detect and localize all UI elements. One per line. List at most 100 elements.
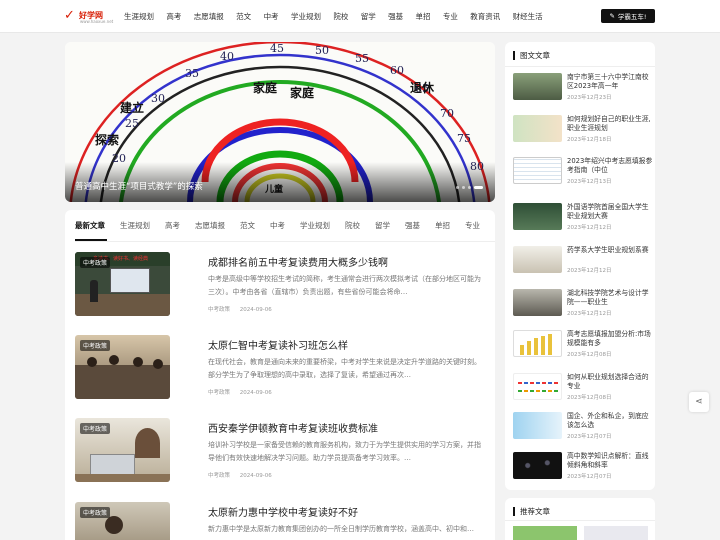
nav-item[interactable]: 单招 — [416, 11, 431, 22]
article-title[interactable]: 太原新力惠中学校中考复读好不好 — [208, 504, 358, 519]
share-button[interactable]: ⋖ — [689, 392, 709, 412]
sidebar-heading-label: 图文文章 — [520, 51, 550, 60]
nav-item[interactable]: 教育资讯 — [470, 11, 500, 22]
sidebar-thumbnail[interactable] — [513, 246, 562, 273]
heading-marker — [513, 51, 515, 60]
sidebar-article[interactable]: 如何从职业规划选择合适的专业 2023年12月08日 — [513, 373, 653, 403]
article-category[interactable]: 中考政策 — [208, 473, 230, 479]
article-item[interactable]: 多读书、读好书、读经典 中考政策 成都排名前五中考复读费用大概多少钱啊 中考是高… — [75, 252, 485, 316]
sidebar-article-title[interactable]: 高中数学知识点解析：直线倾斜角和斜率 — [567, 452, 655, 470]
nav-item[interactable]: 财经生活 — [513, 11, 543, 22]
banner-caption[interactable]: 普通高中生涯“项目式教学”的探索 — [75, 180, 203, 192]
tab-item[interactable]: 高考 — [165, 220, 180, 234]
banner-label: 家庭 — [290, 85, 314, 100]
tab-latest[interactable]: 最新文章 — [75, 220, 105, 234]
sidebar-article[interactable]: 湖北科技学院艺术与设计学院——职业生 2023年12月12日 — [513, 289, 653, 319]
banner-label: 75 — [457, 132, 471, 145]
logo-icon: ✓ — [64, 8, 75, 23]
main-nav: 生涯规划 高考 志愿填报 范文 中考 学业规划 院校 留学 强基 单招 专业 教… — [124, 0, 555, 33]
heading-marker — [513, 507, 515, 516]
sidebar-thumbnail[interactable] — [513, 452, 562, 479]
tab-item[interactable]: 强基 — [405, 220, 420, 234]
nav-item[interactable]: 生涯规划 — [124, 11, 154, 22]
article-thumbnail[interactable]: 中考政策 — [75, 418, 170, 482]
tab-item[interactable]: 留学 — [375, 220, 390, 234]
sidebar-thumbnail[interactable] — [513, 289, 562, 316]
article-item[interactable]: 中考政策 西安秦学伊顿教育中考复读班收费标准 培训补习学校是一家备受信赖的教育服… — [75, 418, 485, 482]
carousel-dot[interactable] — [468, 186, 471, 189]
sidebar-thumbnail[interactable] — [513, 330, 562, 357]
tab-item[interactable]: 志愿填报 — [195, 220, 225, 234]
sidebar-article[interactable]: 国企、外企和私企，到底应该怎么选 2023年12月07日 — [513, 412, 653, 442]
article-thumbnail[interactable]: 中考政策 — [75, 502, 170, 540]
hero-banner[interactable]: 20 25 30 35 40 45 50 55 60 65 70 75 80 家… — [65, 42, 495, 202]
carousel-dot[interactable] — [456, 186, 459, 189]
sidebar-article-title[interactable]: 高考志愿填报加盟分析:市场规模能有多 — [567, 330, 655, 348]
article-title[interactable]: 成都排名前五中考复读费用大概多少钱啊 — [208, 254, 388, 269]
nav-item[interactable]: 高考 — [166, 11, 181, 22]
tab-item[interactable]: 中考 — [270, 220, 285, 234]
sidebar-article-title[interactable]: 如何规划好自己的职业生涯,职业生涯规划 — [567, 115, 655, 133]
tab-item[interactable]: 范文 — [240, 220, 255, 234]
carousel-dot[interactable] — [462, 186, 465, 189]
sidebar-article-title[interactable]: 湖北科技学院艺术与设计学院——职业生 — [567, 289, 655, 307]
sidebar-article-title[interactable]: 2023年绍兴中考志愿填报参考指南（中位 — [567, 157, 655, 175]
sidebar-thumbnail[interactable] — [513, 412, 562, 439]
article-item[interactable]: 中考政策 太原新力惠中学校中考复读好不好 新力惠中学是太原新力教育集团创办的一所… — [75, 502, 485, 540]
sidebar-article[interactable]: 高考志愿填报加盟分析:市场规模能有多 2023年12月08日 — [513, 330, 653, 360]
sidebar-article[interactable]: 如何规划好自己的职业生涯,职业生涯规划 2023年12月18日 — [513, 115, 653, 145]
sidebar-thumbnail[interactable] — [513, 157, 562, 184]
banner-label: 建立 — [119, 100, 144, 115]
nav-item[interactable]: 强基 — [388, 11, 403, 22]
sidebar-thumbnail[interactable] — [513, 73, 562, 100]
sidebar-article-title[interactable]: 药学系大学生职业规划系赛 — [567, 246, 655, 255]
tab-item[interactable]: 专业 — [465, 220, 480, 234]
carousel-dot-active[interactable] — [474, 186, 483, 189]
recommended-thumbnail[interactable] — [513, 526, 577, 540]
banner-label: 25 — [125, 117, 139, 130]
thumb-tag: 中考政策 — [80, 507, 111, 518]
tab-item[interactable]: 生涯规划 — [120, 220, 150, 234]
article-title[interactable]: 西安秦学伊顿教育中考复读班收费标准 — [208, 420, 378, 435]
sidebar-thumbnail[interactable] — [513, 373, 562, 400]
sidebar-article-date: 2023年12月13日 — [567, 179, 612, 185]
sidebar-article-title[interactable]: 外国语学院首届全国大学生职业规划大赛 — [567, 203, 655, 221]
sidebar-article[interactable]: 2023年绍兴中考志愿填报参考指南（中位 2023年12月13日 — [513, 157, 653, 187]
article-category[interactable]: 中考政策 — [208, 307, 230, 313]
nav-item[interactable]: 中考 — [264, 11, 279, 22]
logo-url: www.haoxue.net — [80, 19, 114, 24]
nav-item[interactable]: 范文 — [236, 11, 251, 22]
learn-button[interactable]: ✎ 学霸五车! — [601, 9, 655, 23]
nav-item[interactable]: 学业规划 — [291, 11, 321, 22]
sidebar-article-title[interactable]: 国企、外企和私企，到底应该怎么选 — [567, 412, 655, 430]
recommended-thumbnail[interactable] — [584, 526, 648, 540]
sidebar-article[interactable]: 药学系大学生职业规划系赛 2023年12月12日 — [513, 246, 653, 276]
sidebar-thumbnail[interactable] — [513, 115, 562, 142]
banner-label: 50 — [315, 44, 329, 57]
article-excerpt: 培训补习学校是一家备受信赖的教育服务机构，致力于为学生提供实用的学习方案，并指导… — [208, 441, 481, 462]
article-thumbnail[interactable]: 中考政策 — [75, 335, 170, 399]
category-tabs: 最新文章 生涯规划 高考 志愿填报 范文 中考 学业规划 院校 留学 强基 单招… — [75, 220, 495, 234]
article-thumbnail[interactable]: 多读书、读好书、读经典 中考政策 — [75, 252, 170, 316]
nav-item[interactable]: 院校 — [333, 11, 348, 22]
sidebar-article-title[interactable]: 如何从职业规划选择合适的专业 — [567, 373, 655, 391]
sidebar-article[interactable]: 外国语学院首届全国大学生职业规划大赛 2023年12月12日 — [513, 203, 653, 233]
sidebar-article-date: 2023年12月18日 — [567, 137, 612, 143]
tab-item[interactable]: 院校 — [345, 220, 360, 234]
site-logo[interactable]: ✓ 好学网 www.haoxue.net — [64, 7, 113, 25]
thumb-tag: 中考政策 — [80, 340, 111, 351]
article-category[interactable]: 中考政策 — [208, 390, 230, 396]
sidebar-article[interactable]: 南宁市第三十六中学江南校区2023年高一年 2023年12月23日 — [513, 73, 653, 103]
sidebar-article[interactable]: 高中数学知识点解析：直线倾斜角和斜率 2023年12月07日 — [513, 452, 653, 482]
article-meta: 中考政策 2024-09-06 — [208, 388, 272, 396]
article-item[interactable]: 中考政策 太原仁智中考复读补习班怎么样 在现代社会，教育是通向未来的重要桥梁，中… — [75, 335, 485, 399]
tab-item[interactable]: 学业规划 — [300, 220, 330, 234]
carousel-dots — [456, 186, 483, 189]
nav-item[interactable]: 留学 — [361, 11, 376, 22]
tab-item[interactable]: 单招 — [435, 220, 450, 234]
sidebar-thumbnail[interactable] — [513, 203, 562, 230]
article-title[interactable]: 太原仁智中考复读补习班怎么样 — [208, 337, 348, 352]
sidebar-article-title[interactable]: 南宁市第三十六中学江南校区2023年高一年 — [567, 73, 655, 91]
nav-item[interactable]: 专业 — [443, 11, 458, 22]
nav-item[interactable]: 志愿填报 — [194, 11, 224, 22]
